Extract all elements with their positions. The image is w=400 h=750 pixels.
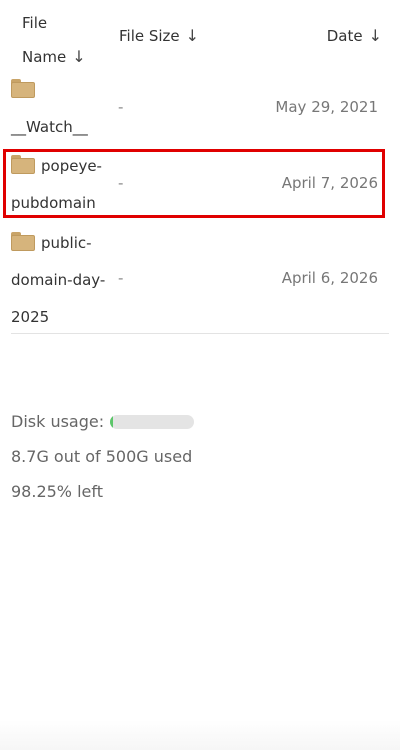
file-name-cell[interactable]: popeye- pubdomain [11, 148, 111, 222]
name-header-line1: File [22, 14, 48, 32]
sort-arrow-icon: ↓ [72, 47, 86, 66]
folder-icon [11, 155, 35, 174]
file-name-part: pubdomain [11, 194, 96, 212]
file-name-part: 2025 [11, 308, 50, 326]
file-table: File Name ↓ File Size ↓ Date ↓ __Watch__ - … [0, 0, 400, 326]
table-row[interactable]: popeye- pubdomain - April 7, 2026 [0, 148, 400, 220]
sort-arrow-icon: ↓ [368, 26, 382, 45]
sort-by-name-header[interactable]: File Name ↓ [22, 6, 86, 74]
sort-by-size-header[interactable]: File Size ↓ [119, 19, 199, 53]
bottom-fade [0, 720, 400, 750]
table-row[interactable]: __Watch__ - May 29, 2021 [0, 72, 400, 148]
sort-by-date-header[interactable]: Date ↓ [327, 19, 382, 53]
folder-icon [11, 232, 35, 251]
table-header: File Name ↓ File Size ↓ Date ↓ [0, 0, 400, 72]
file-name: __Watch__ [11, 118, 88, 136]
file-name-part: domain-day- [11, 271, 106, 289]
disk-used-text: 8.7G out of 500G used [11, 447, 193, 466]
table-row[interactable]: public- domain-day- 2025 - April 6, 2026 [0, 222, 400, 332]
disk-usage-fill [110, 415, 113, 429]
size-header-label: File Size [119, 27, 180, 45]
file-date-cell: May 29, 2021 [275, 98, 378, 116]
file-date-cell: April 7, 2026 [281, 174, 378, 192]
file-size-cell: - [118, 269, 124, 287]
file-name-cell[interactable]: __Watch__ [11, 72, 111, 146]
date-header-label: Date [326, 27, 363, 45]
file-size-cell: - [118, 98, 124, 116]
disk-usage: Disk usage: 8.7G out of 500G used 98.25%… [11, 404, 195, 509]
file-size-cell: - [118, 174, 124, 192]
disk-usage-bar [110, 415, 195, 429]
file-name-part: public- [41, 234, 92, 252]
disk-usage-label: Disk usage: [11, 412, 105, 431]
file-name-cell[interactable]: public- domain-day- 2025 [11, 225, 111, 336]
folder-icon [11, 79, 35, 98]
disk-left-text: 98.25% left [11, 482, 104, 501]
name-header-line2: Name [22, 48, 67, 66]
table-divider [11, 333, 389, 334]
file-name-part: popeye- [41, 157, 102, 175]
file-date-cell: April 6, 2026 [281, 269, 378, 287]
sort-arrow-icon: ↓ [185, 26, 200, 45]
